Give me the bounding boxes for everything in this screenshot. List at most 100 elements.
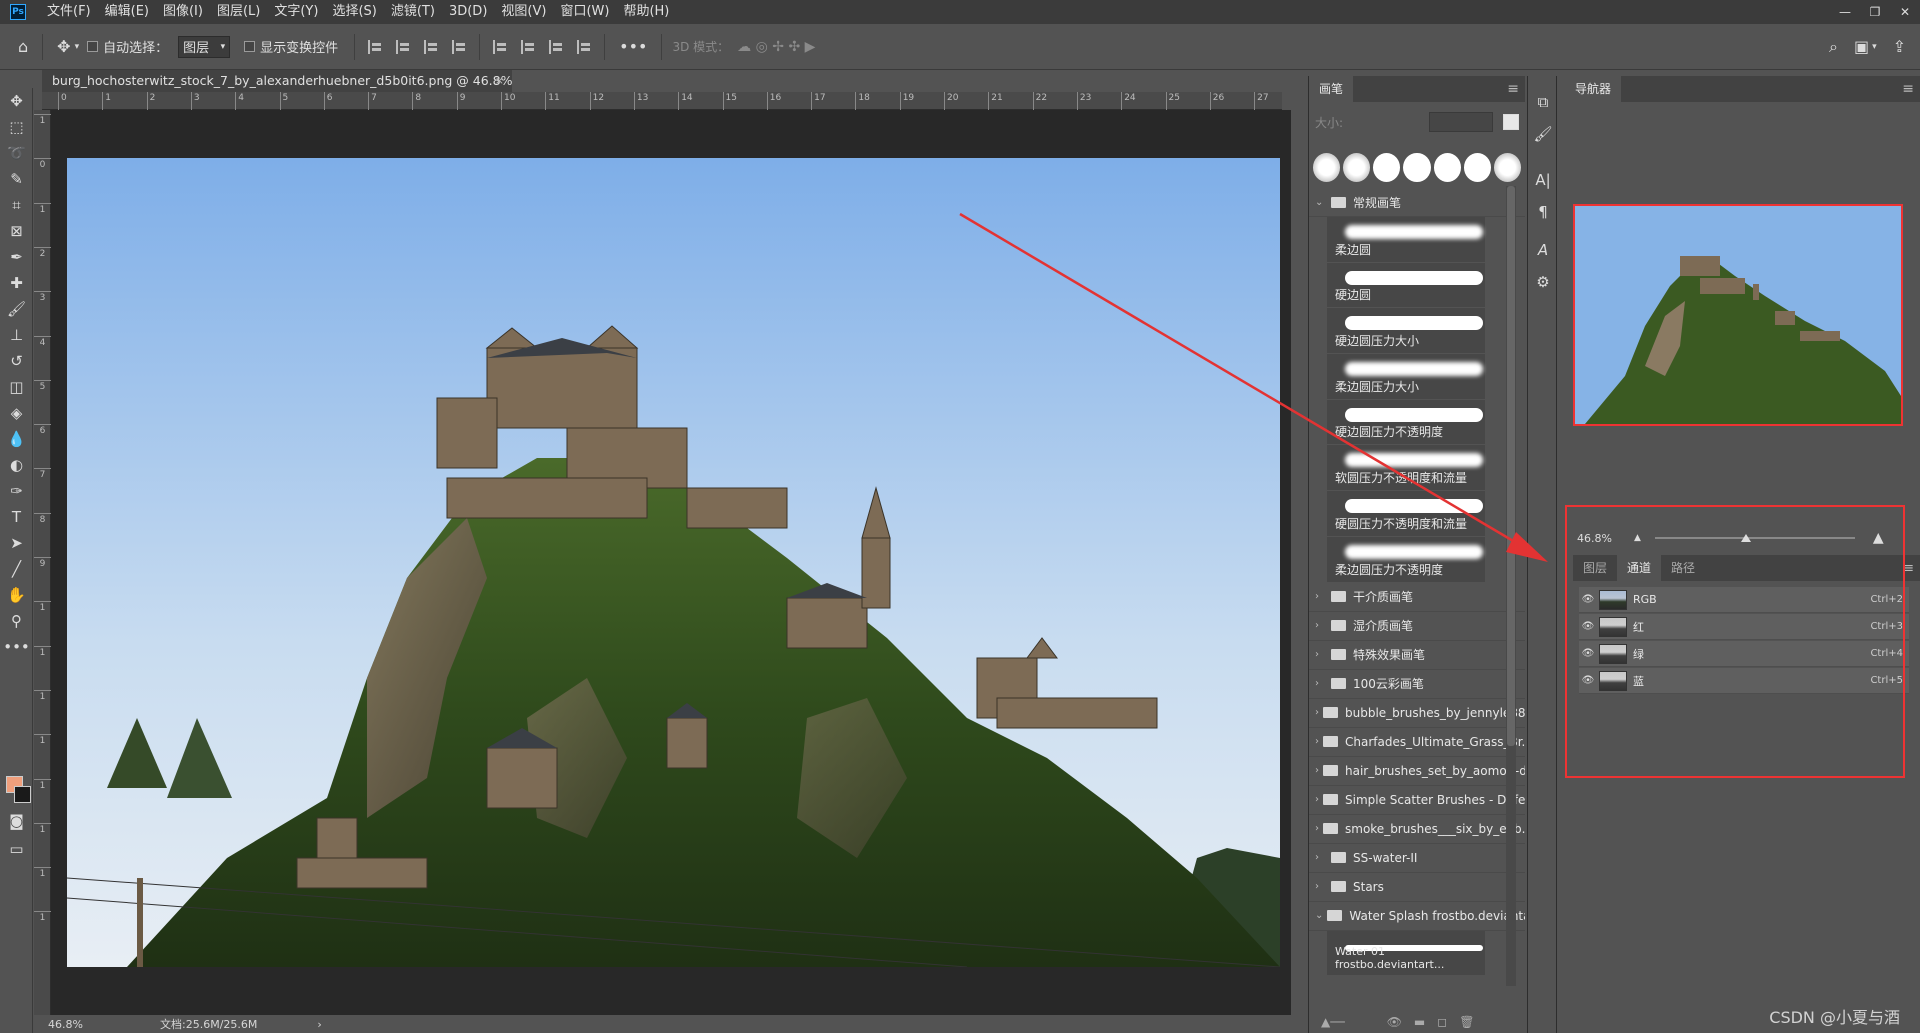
type-tool-icon[interactable]: T — [0, 504, 33, 530]
move-tool-icon[interactable]: ✥ — [0, 88, 33, 114]
eraser-tool-icon[interactable]: ◫ — [0, 374, 33, 400]
navigator-preview[interactable] — [1573, 204, 1903, 426]
brush-folder[interactable]: › Charfades_Ultimate_Grass_Br... — [1309, 728, 1525, 757]
brush-item[interactable]: 柔边圆压力不透明度 — [1327, 536, 1485, 583]
properties-icon[interactable]: ⚙ — [1528, 266, 1558, 298]
crop-tool-icon[interactable]: ⌗ — [0, 192, 33, 218]
navigator-tab[interactable]: 导航器 — [1565, 76, 1622, 102]
brush-item[interactable]: 柔边圆压力大小 — [1327, 354, 1485, 400]
brush-item[interactable]: 硬边圆压力不透明度 — [1327, 399, 1485, 446]
menu-type[interactable]: 文字(Y) — [267, 0, 325, 24]
workspace-icon[interactable]: ▣ ▾ — [1854, 37, 1877, 56]
brush-settings-icon[interactable] — [1503, 114, 1519, 130]
move-tool-icon[interactable]: ✥ ▾ — [57, 37, 79, 56]
brush-folder[interactable]: › 干介质画笔 — [1309, 583, 1525, 612]
more-tools-icon[interactable]: ••• — [0, 634, 33, 660]
share-icon[interactable]: ⇪ — [1893, 37, 1906, 56]
brush-item[interactable]: 硬边圆压力大小 — [1327, 308, 1485, 355]
quick-select-tool-icon[interactable]: ✎ — [0, 166, 33, 192]
show-transform-checkbox[interactable]: 显示变换控件 — [244, 37, 338, 56]
scrollbar-thumb[interactable] — [1507, 186, 1515, 746]
menu-edit[interactable]: 编辑(E) — [98, 0, 156, 24]
marquee-tool-icon[interactable]: ⬚ — [0, 114, 33, 140]
document-tab[interactable]: burg_hochosterwitz_stock_7_by_alexanderh… — [42, 70, 512, 92]
more-icon[interactable]: ••• — [619, 37, 647, 56]
brush-folder[interactable]: › 100云彩画笔 — [1309, 670, 1525, 699]
brush-tool-icon[interactable]: 🖌 — [0, 296, 33, 322]
brush-item[interactable]: 软圆压力不透明度和流量 — [1327, 445, 1485, 492]
align-left-icon[interactable] — [368, 39, 382, 54]
path-select-icon[interactable]: ➤ — [0, 530, 33, 556]
brush-item[interactable]: Water 01 frostbo.deviantart... — [1327, 930, 1485, 977]
size-slider-icon[interactable]: ▲── — [1321, 1015, 1345, 1029]
brush-size-input[interactable] — [1429, 112, 1493, 132]
distribute-v-icon[interactable] — [577, 39, 591, 54]
brush-tip[interactable] — [1403, 152, 1431, 182]
checkbox-box[interactable] — [87, 41, 99, 52]
brush-tip[interactable] — [1343, 152, 1371, 182]
brush-folder[interactable]: › hair_brushes_set_by_aomori-d... — [1309, 757, 1525, 786]
menu-layer[interactable]: 图层(L) — [210, 0, 267, 24]
minimize-icon[interactable]: — — [1830, 0, 1860, 24]
brush-panel-tab[interactable]: 画笔 — [1309, 76, 1354, 102]
brush-folder[interactable]: › 特殊效果画笔 — [1309, 641, 1525, 670]
brush-folder[interactable]: › Simple Scatter Brushes - Differ... — [1309, 786, 1525, 815]
menu-select[interactable]: 选择(S) — [325, 0, 383, 24]
eyedropper-tool-icon[interactable]: ✒ — [0, 244, 33, 270]
brush-folder[interactable]: › Stars — [1309, 873, 1525, 902]
distribute-icon[interactable] — [452, 39, 466, 54]
brush-item[interactable]: 柔边圆 — [1327, 217, 1485, 263]
line-tool-icon[interactable]: ╱ — [0, 556, 33, 582]
align-middle-icon[interactable] — [521, 39, 535, 54]
healing-tool-icon[interactable]: ✚ — [0, 270, 33, 296]
dodge-tool-icon[interactable]: ◐ — [0, 452, 33, 478]
screen-mode-icon[interactable]: ▭ — [0, 836, 33, 862]
auto-select-checkbox[interactable]: 自动选择： — [87, 37, 168, 56]
layer-select-dropdown[interactable]: 图层 ▾ — [178, 35, 231, 58]
frame-tool-icon[interactable]: ⊠ — [0, 218, 33, 244]
menu-image[interactable]: 图像(I) — [156, 0, 210, 24]
align-top-icon[interactable] — [493, 39, 507, 54]
brush-scrollbar[interactable] — [1506, 186, 1516, 986]
character-icon[interactable]: A| — [1528, 164, 1558, 196]
brush-tip[interactable] — [1433, 152, 1461, 182]
panel-menu-icon[interactable]: ≡ — [1902, 81, 1914, 97]
lasso-tool-icon[interactable]: ➰ — [0, 140, 33, 166]
brush-tip[interactable] — [1493, 152, 1521, 182]
align-center-icon[interactable] — [396, 39, 410, 54]
brush-folder[interactable]: › SS-water-II — [1309, 844, 1525, 873]
blur-tool-icon[interactable]: 💧 — [0, 426, 33, 452]
quick-mask-icon[interactable]: ◙ — [0, 808, 33, 834]
brush-settings-icon[interactable]: 🖌 — [1528, 118, 1558, 150]
home-icon[interactable]: ⌂ — [18, 37, 28, 56]
visibility-icon[interactable]: 👁 — [1387, 1015, 1402, 1029]
brush-folder[interactable]: › 湿介质画笔 — [1309, 612, 1525, 641]
new-folder-icon[interactable]: ▬ — [1414, 1015, 1425, 1029]
menu-window[interactable]: 窗口(W) — [553, 0, 616, 24]
brush-folder[interactable]: ⌄ Water Splash frostbo.deviantart — [1309, 902, 1525, 931]
brush-folder-general[interactable]: ⌄ 常规画笔 — [1309, 188, 1525, 217]
align-right-icon[interactable] — [424, 39, 438, 54]
zoom-tool-icon[interactable]: ⚲ — [0, 608, 33, 634]
menu-filter[interactable]: 滤镜(T) — [384, 0, 442, 24]
menu-help[interactable]: 帮助(H) — [616, 0, 676, 24]
menu-view[interactable]: 视图(V) — [494, 0, 553, 24]
brush-item[interactable]: 硬圆压力不透明度和流量 — [1327, 491, 1485, 537]
search-icon[interactable]: ⌕ — [1829, 37, 1838, 57]
align-bottom-icon[interactable] — [549, 39, 563, 54]
checkbox-box[interactable] — [244, 41, 256, 52]
paint-bucket-icon[interactable]: ◈ — [0, 400, 33, 426]
hand-tool-icon[interactable]: ✋ — [0, 582, 33, 608]
brush-folder[interactable]: › smoke_brushes___six_by_eeb... — [1309, 815, 1525, 844]
new-brush-icon[interactable]: ◻ — [1437, 1015, 1447, 1029]
brush-item[interactable]: 硬边圆 — [1327, 262, 1485, 309]
close-tab-icon[interactable]: × — [495, 70, 504, 92]
status-chevron-icon[interactable]: › — [317, 1018, 321, 1031]
brush-tip[interactable] — [1463, 152, 1491, 182]
menu-file[interactable]: 文件(F) — [40, 0, 98, 24]
brush-folder[interactable]: › bubble_brushes_by_jennyle88... — [1309, 699, 1525, 728]
history-icon[interactable]: ⧉ — [1528, 86, 1558, 118]
brush-tip[interactable] — [1313, 152, 1341, 182]
stamp-tool-icon[interactable]: ⊥ — [0, 322, 33, 348]
background-color-swatch[interactable] — [14, 786, 31, 803]
